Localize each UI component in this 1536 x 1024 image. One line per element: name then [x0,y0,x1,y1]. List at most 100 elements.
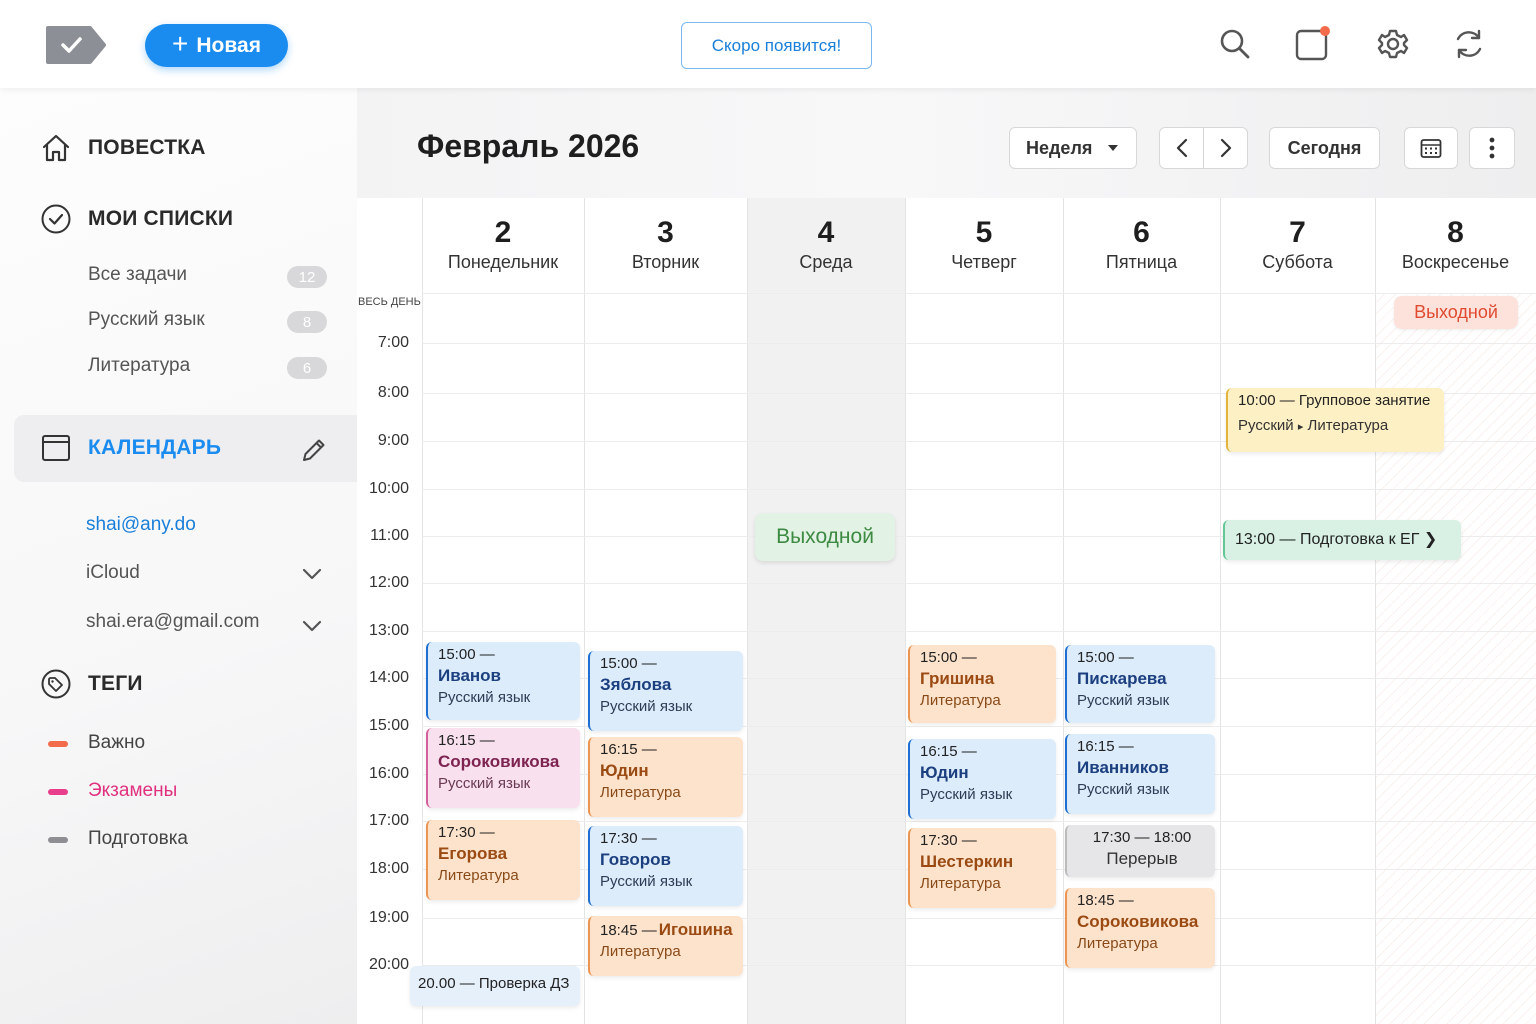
event-subject: Русский язык [1077,781,1170,798]
day-column-divider [584,198,585,1024]
day-header-thursday[interactable]: 5 Четверг [905,198,1063,293]
hour-label: 18:00 [368,860,409,877]
event-title: Групповое занятие [1298,392,1431,409]
search-icon[interactable] [1217,26,1253,62]
more-options-button[interactable] [1469,127,1515,169]
view-select[interactable]: Неделя [1009,127,1137,169]
day-name: Суббота [1262,252,1333,272]
event-card[interactable]: 17:30 — Шестеркин Литература [908,828,1056,908]
hour-row-divider [422,631,1536,632]
notifications-icon[interactable] [1294,26,1330,62]
sidebar-item-literature[interactable]: Литература [88,355,190,377]
day-number: 2 [494,216,512,249]
hour-label: 12:00 [368,574,409,591]
day-header-saturday[interactable]: 7 Суббота [1220,198,1375,293]
event-card[interactable]: 18:45 — Сороковикова Литература [1065,888,1215,968]
tag-color-dot [48,741,68,747]
event-card[interactable]: 17:30 — Говоров Русский язык [588,826,743,906]
date-picker-button[interactable] [1404,127,1458,169]
day-column-divider [1063,198,1064,1024]
day-header-sunday[interactable]: 8 Воскресенье [1375,198,1536,293]
day-number: 8 [1447,216,1464,249]
hour-label: 7:00 [377,334,409,351]
day-name: Пятница [1105,252,1178,272]
day-header-friday[interactable]: 6 Пятница [1063,198,1220,293]
calendar-icon [42,435,70,461]
prev-week-button[interactable] [1160,128,1203,168]
event-subject: Русский язык [438,689,531,706]
calendar-main: Февраль 2026 Неделя Сегодня 2 Понедельни… [357,88,1536,1024]
hour-label: 13:00 [368,622,409,639]
event-card[interactable]: 15:00 — Иванов Русский язык [426,642,580,720]
day-number: 6 [1133,216,1150,249]
chevron-down-icon[interactable] [302,568,322,580]
day-column-divider [422,198,423,1024]
day-header-wednesday[interactable]: 4 Среда [747,198,905,293]
hour-row-divider [422,489,1536,490]
event-time-name-row: 18:45 — Игошина [600,920,735,940]
new-button-label: Новая [196,33,261,57]
event-card[interactable]: 18:45 — Игошина Литература [588,916,743,976]
event-name: Иванников [1077,758,1170,777]
tag-exams[interactable]: Экзамены [88,780,177,802]
day-header-tuesday[interactable]: 3 Вторник [584,198,747,293]
app-logo-icon[interactable] [44,24,106,66]
event-time: 18:45 — [1077,892,1134,909]
event-card[interactable]: 16:15 — Юдин Литература [588,737,743,817]
event-card[interactable]: 20.00 — Проверка ДЗ [410,966,580,1006]
event-card[interactable]: 15:00 — Зяблова Русский язык [588,651,743,731]
account-gmail[interactable]: shai.era@gmail.com [86,611,259,633]
sidebar: ПОВЕСТКА МОИ СПИСКИ Все задачи 12 Русски… [0,88,357,1024]
today-button[interactable]: Сегодня [1269,127,1380,169]
sidebar-item-all-tasks[interactable]: Все задачи [88,264,187,286]
event-card[interactable]: 10:00 — Групповое занятие Русский ▸ Лите… [1226,388,1444,452]
event-subject: Русский язык [600,698,693,715]
hour-label: 14:00 [368,669,409,686]
event-card[interactable]: 16:15 — Сороковикова Русский язык [426,728,580,808]
hour-label: 19:00 [368,909,409,926]
sync-icon[interactable] [1451,26,1487,62]
caret-down-icon [1108,145,1119,151]
day-header-monday[interactable]: 2 Понедельник [422,198,584,293]
event-card[interactable]: 17:30 — Егорова Литература [426,820,580,900]
next-week-button[interactable] [1203,128,1247,168]
day-name: Понедельник [447,252,559,272]
sidebar-item-russian[interactable]: Русский язык [88,309,205,331]
day-off-badge-sunday[interactable]: Выходной [1394,296,1518,329]
day-off-badge-wednesday[interactable]: Выходной [755,513,895,561]
settings-gear-icon[interactable] [1375,26,1411,62]
hour-label: 11:00 [370,527,409,544]
event-card[interactable]: 17:30 — 18:00 Перерыв [1065,825,1215,877]
event-card[interactable]: 15:00 — Пискарева Русский язык [1065,645,1215,723]
tag-preparation[interactable]: Подготовка [88,828,188,850]
event-card[interactable]: 16:15 — Юдин Русский язык [908,739,1056,819]
sidebar-tags[interactable]: ТЕГИ [40,668,143,700]
edit-pencil-icon[interactable] [300,436,328,464]
account-icloud[interactable]: iCloud [86,562,140,584]
wednesday-shade [747,198,905,1024]
tag-color-dot [48,789,68,795]
event-subject: Литература [1077,935,1158,952]
hour-label: 15:00 [368,717,409,734]
event-card[interactable]: 13:00 — Подготовка к ЕГ ❯ [1223,520,1461,560]
hour-label: 16:00 [368,765,409,782]
new-task-button[interactable]: + Новая [145,24,288,67]
count-badge: 12 [287,266,327,288]
event-name: Перерыв [1106,849,1178,868]
event-card[interactable]: 15:00 — Гришина Литература [908,645,1056,723]
tag-important[interactable]: Важно [88,732,145,754]
event-card[interactable]: 16:15 — Иванников Русский язык [1065,734,1215,814]
sidebar-agenda[interactable]: ПОВЕСТКА [40,132,206,164]
tag-color-dot [48,837,68,843]
hour-row-divider [422,293,1536,294]
account-anydo[interactable]: shai@any.do [86,514,196,536]
event-subject: Русский язык [1077,692,1170,709]
chevron-left-icon [1176,138,1187,158]
sidebar-calendar[interactable]: КАЛЕНДАРЬ [40,432,221,464]
home-icon [42,134,70,162]
hour-row-divider [422,821,1536,822]
coming-soon-button[interactable]: Скоро появится! [681,22,872,69]
event-title: Подготовка к ЕГ [1299,531,1420,548]
chevron-down-icon[interactable] [302,620,322,632]
sidebar-my-lists[interactable]: МОИ СПИСКИ [40,203,233,235]
